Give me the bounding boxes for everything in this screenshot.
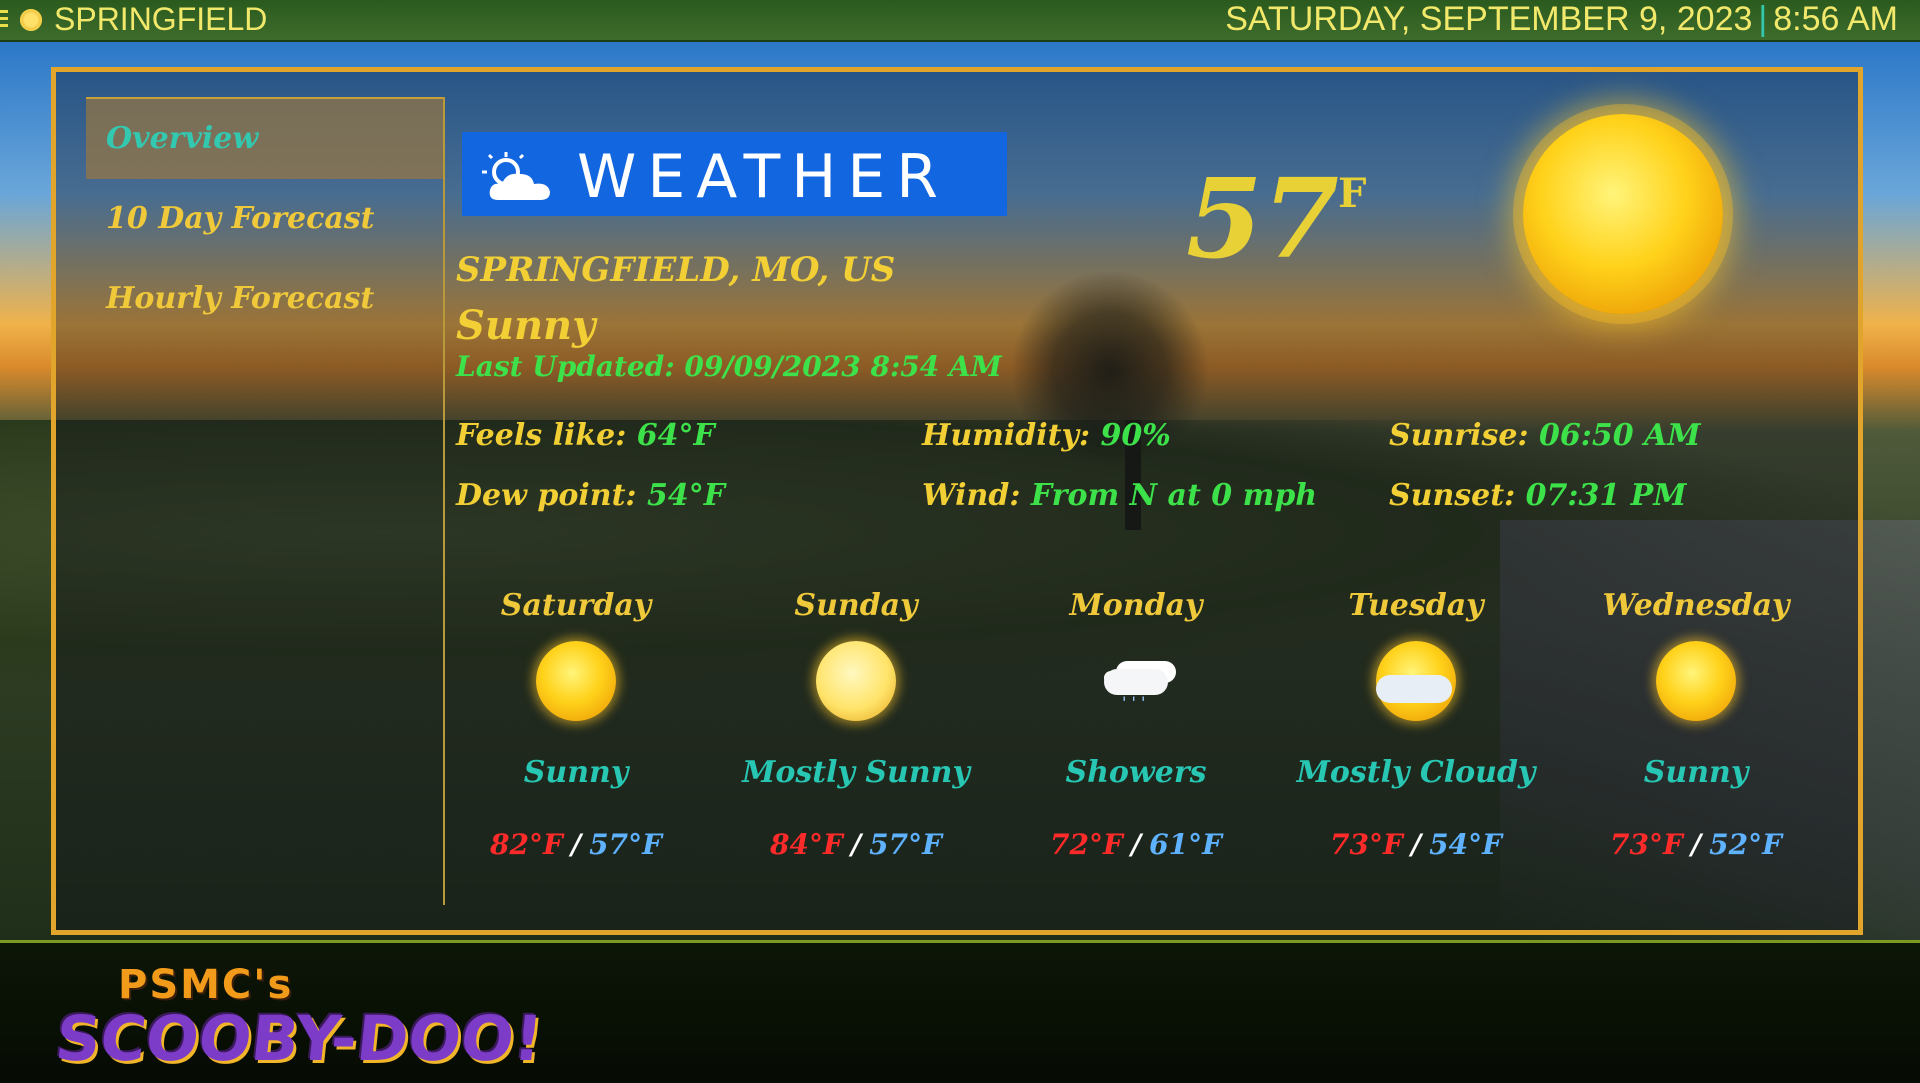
forecast-temps: 73°F/52°F bbox=[1566, 828, 1826, 861]
forecast-low: 54°F bbox=[1429, 828, 1502, 861]
sidebar-item-hourly-forecast[interactable]: Hourly Forecast bbox=[86, 259, 443, 339]
sidebar: Overview 10 Day Forecast Hourly Forecast bbox=[86, 97, 445, 905]
sidebar-item-10-day-forecast[interactable]: 10 Day Forecast bbox=[86, 179, 443, 259]
sun-icon bbox=[1523, 114, 1723, 314]
forecast-day-name: Monday bbox=[1069, 588, 1203, 623]
current-condition: Sunny bbox=[456, 302, 596, 349]
temp-separator: / bbox=[850, 828, 862, 861]
sunrise-value: 06:50 AM bbox=[1539, 418, 1701, 453]
forecast-condition: Sunny bbox=[1643, 755, 1749, 790]
date-time: SATURDAY, SEPTEMBER 9, 2023 | 8:56 AM bbox=[1225, 0, 1898, 39]
forecast-low: 52°F bbox=[1709, 828, 1782, 861]
wind-label: Wind: bbox=[922, 478, 1031, 513]
logo-line2: SCOOBY-DOO! bbox=[52, 1002, 546, 1075]
sun-icon bbox=[536, 641, 616, 721]
time-text: 8:56 AM bbox=[1773, 0, 1898, 38]
wind-value: From N at 0 mph bbox=[1030, 478, 1318, 513]
forecast-temps: 73°F/54°F bbox=[1286, 828, 1546, 861]
forecast-temps: 72°F/61°F bbox=[1006, 828, 1266, 861]
feels-like-label: Feels like: bbox=[456, 418, 637, 453]
forecast-condition: Sunny bbox=[523, 755, 629, 790]
temp-separator: / bbox=[1690, 828, 1702, 861]
humidity: Humidity: 90% bbox=[922, 418, 1171, 453]
humidity-label: Humidity: bbox=[922, 418, 1101, 453]
forecast-day-name: Saturday bbox=[500, 588, 652, 623]
sunset: Sunset: 07:31 PM bbox=[1389, 478, 1686, 513]
location: SPRINGFIELD, MO, US bbox=[456, 250, 896, 290]
weather-badge: WEATHER bbox=[462, 132, 1007, 216]
forecast-day-tuesday: Tuesday Mostly Cloudy 73°F/54°F bbox=[1286, 588, 1546, 861]
showers-icon bbox=[1096, 641, 1176, 721]
sidebar-item-overview[interactable]: Overview bbox=[86, 97, 443, 179]
forecast-low: 57°F bbox=[869, 828, 942, 861]
mostly-cloudy-icon bbox=[1376, 641, 1456, 721]
app-title: SPRINGFIELD bbox=[54, 1, 268, 37]
forecast-high: 73°F bbox=[1330, 828, 1403, 861]
forecast-high: 73°F bbox=[1610, 828, 1683, 861]
mostly-sunny-icon bbox=[816, 641, 896, 721]
dew-point-label: Dew point: bbox=[456, 478, 647, 513]
temperature-unit: °F bbox=[1318, 170, 1367, 217]
last-updated: Last Updated: 09/09/2023 8:54 AM bbox=[456, 350, 1002, 383]
date-time-separator: | bbox=[1758, 0, 1768, 38]
forecast-day-wednesday: Wednesday Sunny 73°F/52°F bbox=[1566, 588, 1826, 861]
dew-point: Dew point: 54°F bbox=[456, 478, 725, 513]
humidity-value: 90% bbox=[1100, 418, 1171, 453]
forecast-condition: Mostly Sunny bbox=[742, 755, 970, 790]
sunrise: Sunrise: 06:50 AM bbox=[1389, 418, 1701, 453]
top-bar: SPRINGFIELD SATURDAY, SEPTEMBER 9, 2023 |… bbox=[0, 0, 1920, 42]
temp-separator: / bbox=[1410, 828, 1422, 861]
weather-badge-title: WEATHER bbox=[577, 142, 949, 212]
weather-panel: Overview 10 Day Forecast Hourly Forecast… bbox=[51, 67, 1863, 935]
current-temperature: 57 bbox=[1186, 154, 1340, 283]
sun-icon bbox=[1656, 641, 1736, 721]
temp-separator: / bbox=[570, 828, 582, 861]
forecast-temps: 82°F/57°F bbox=[446, 828, 706, 861]
forecast-day-monday: Monday Showers 72°F/61°F bbox=[1006, 588, 1266, 861]
forecast-day-name: Wednesday bbox=[1602, 588, 1790, 623]
sunset-label: Sunset: bbox=[1389, 478, 1526, 513]
temp-separator: / bbox=[1130, 828, 1142, 861]
sunset-value: 07:31 PM bbox=[1525, 478, 1687, 513]
forecast-low: 57°F bbox=[589, 828, 662, 861]
wind: Wind: From N at 0 mph bbox=[922, 478, 1317, 513]
forecast-high: 82°F bbox=[490, 828, 563, 861]
date-text: SATURDAY, SEPTEMBER 9, 2023 bbox=[1225, 0, 1753, 38]
forecast-day-name: Tuesday bbox=[1348, 588, 1484, 623]
weather-sun-icon bbox=[20, 9, 42, 31]
forecast-temps: 84°F/57°F bbox=[726, 828, 986, 861]
forecast-condition: Mostly Cloudy bbox=[1296, 755, 1536, 790]
forecast-day-sunday: Sunday Mostly Sunny 84°F/57°F bbox=[726, 588, 986, 861]
feels-like: Feels like: 64°F bbox=[456, 418, 715, 453]
sunrise-label: Sunrise: bbox=[1389, 418, 1539, 453]
menu-icon[interactable] bbox=[0, 10, 8, 30]
forecast-day-saturday: Saturday Sunny 82°F/57°F bbox=[446, 588, 706, 861]
forecast-condition: Showers bbox=[1065, 755, 1207, 790]
forecast-high: 72°F bbox=[1050, 828, 1123, 861]
forecast-high: 84°F bbox=[770, 828, 843, 861]
feels-like-value: 64°F bbox=[636, 418, 715, 453]
partly-cloudy-icon bbox=[482, 152, 550, 200]
dew-point-value: 54°F bbox=[646, 478, 725, 513]
forecast-low: 61°F bbox=[1149, 828, 1222, 861]
forecast-day-name: Sunday bbox=[794, 588, 918, 623]
